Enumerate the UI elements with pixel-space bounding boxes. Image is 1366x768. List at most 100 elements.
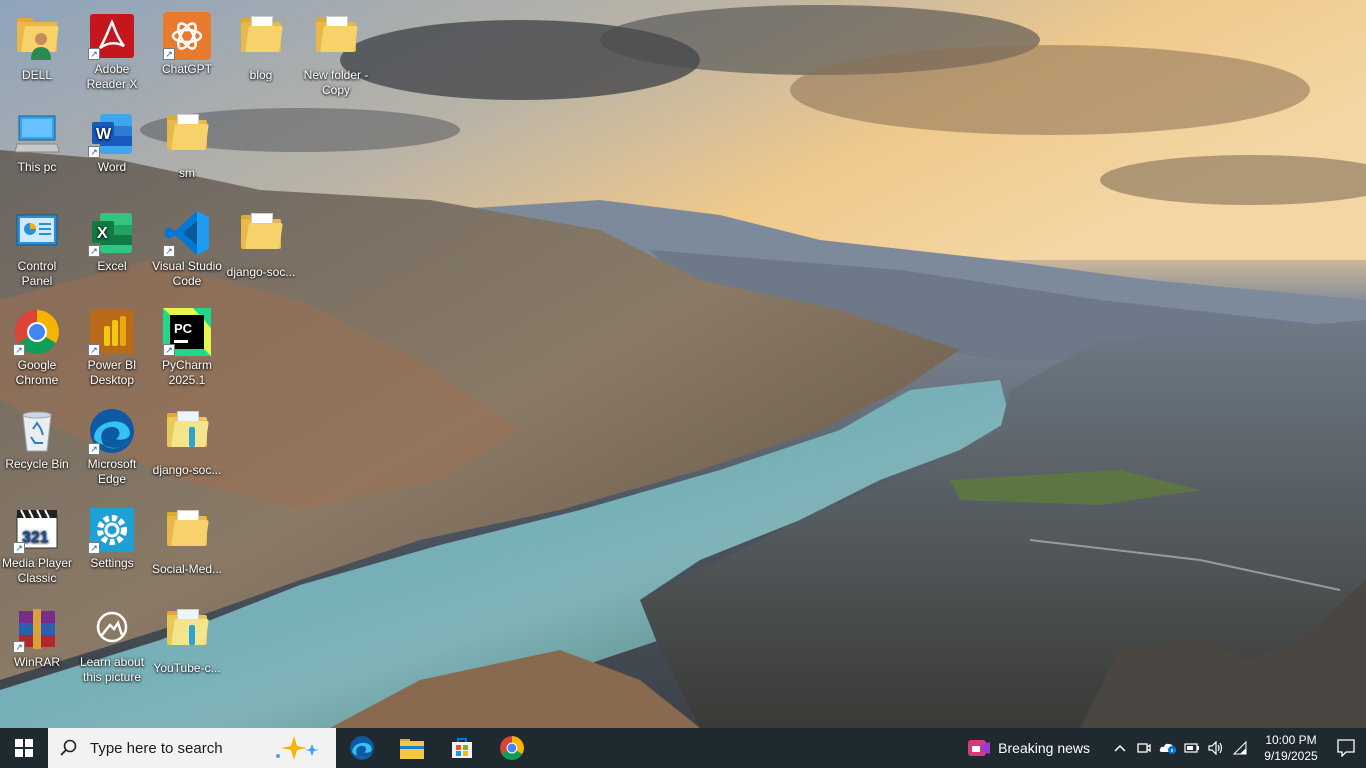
start-button[interactable] xyxy=(0,728,48,768)
clock-date: 9/19/2025 xyxy=(1264,749,1318,763)
desktop-icon-media-player-classic[interactable]: 321 ↗ Media Player Classic xyxy=(0,502,75,594)
shortcut-arrow-icon: ↗ xyxy=(88,443,100,455)
folder-icon xyxy=(163,510,211,560)
desktop-icon-label: Social-Med... xyxy=(151,562,223,576)
word-icon: W ↗ xyxy=(88,110,136,158)
desktop-icon-label: sm xyxy=(179,166,195,180)
desktop-icon-label: Control Panel xyxy=(17,259,57,288)
file-explorer-icon xyxy=(400,739,424,759)
battery-icon xyxy=(1184,743,1199,753)
windows-logo-icon xyxy=(15,739,33,757)
desktop-icon-label: django-soc... xyxy=(152,463,222,477)
desktop-icon-microsoft-edge[interactable]: ↗ Microsoft Edge xyxy=(74,403,150,495)
taskbar-app-file-explorer[interactable] xyxy=(388,728,436,768)
camera-icon xyxy=(1137,743,1151,753)
taskbar-clock[interactable]: 10:00 PM 9/19/2025 xyxy=(1256,732,1326,764)
edge-icon: ↗ xyxy=(88,407,136,455)
chatgpt-icon: ↗ xyxy=(163,12,211,60)
chrome-icon xyxy=(500,736,524,760)
desktop-icon-new-folder-copy[interactable]: New folder - Copy xyxy=(298,8,374,100)
shortcut-arrow-icon: ↗ xyxy=(13,542,25,554)
taskbar-search-box[interactable]: Type here to search xyxy=(48,728,336,768)
desktop-icon-label: Visual Studio Code xyxy=(152,259,222,288)
desktop-icon-control-panel[interactable]: Control Panel xyxy=(0,205,75,297)
search-placeholder: Type here to search xyxy=(90,739,223,757)
tray-network[interactable] xyxy=(1228,728,1252,768)
clock-time: 10:00 PM xyxy=(1265,733,1317,747)
desktop-icon-power-bi[interactable]: ↗ Power BI Desktop xyxy=(74,304,150,396)
shortcut-arrow-icon: ↗ xyxy=(88,542,100,554)
tray-meet-now[interactable] xyxy=(1132,728,1156,768)
desktop-icon-label: PyCharm 2025.1 xyxy=(161,358,212,387)
desktop-icon-social-media[interactable]: Social-Med... xyxy=(149,502,225,594)
adobe-reader-icon: ↗ xyxy=(88,12,136,60)
taskbar-app-chrome[interactable] xyxy=(488,728,536,768)
desktop-icon-excel[interactable]: X ↗ Excel xyxy=(74,205,150,297)
desktop-icon-label: ChatGPT xyxy=(161,62,212,76)
desktop-icon-vscode[interactable]: ↗ Visual Studio Code xyxy=(149,205,225,297)
folder-icon xyxy=(163,411,211,461)
desktop-icon-label: Excel xyxy=(97,259,127,273)
news-label: Breaking news xyxy=(998,740,1090,756)
shortcut-arrow-icon: ↗ xyxy=(88,344,100,356)
winrar-icon: ↗ xyxy=(13,605,61,653)
desktop-icon-label: blog xyxy=(249,68,273,82)
edge-icon xyxy=(350,736,374,760)
desktop-icon-label: Power BI Desktop xyxy=(87,358,137,387)
speaker-icon xyxy=(1208,741,1223,755)
desktop-icon-blog[interactable]: blog xyxy=(223,8,299,100)
folder-icon xyxy=(312,16,360,66)
desktop-icon-label: Settings xyxy=(90,556,134,570)
recycle-bin-icon xyxy=(13,407,61,455)
taskbar-app-edge[interactable] xyxy=(338,728,386,768)
vscode-icon: ↗ xyxy=(163,209,211,257)
folder-icon xyxy=(163,609,211,659)
news-widget[interactable]: Breaking news xyxy=(968,738,1090,758)
svg-text:X: X xyxy=(97,225,108,242)
computer-icon xyxy=(13,110,61,158)
desktop-icon-recycle-bin[interactable]: Recycle Bin xyxy=(0,403,75,495)
svg-text:PC: PC xyxy=(174,321,193,336)
desktop-icon-google-chrome[interactable]: ↗ Google Chrome xyxy=(0,304,75,396)
tray-battery[interactable] xyxy=(1180,728,1204,768)
desktop-icon-label: django-soc... xyxy=(226,265,296,279)
desktop-icon-youtube-c[interactable]: YouTube-c... xyxy=(149,601,225,693)
folder-icon xyxy=(163,114,211,164)
tray-volume[interactable] xyxy=(1204,728,1228,768)
desktop-icon-label: Adobe Reader X xyxy=(86,62,138,91)
desktop-icon-winrar[interactable]: ↗ WinRAR xyxy=(0,601,75,693)
taskbar-app-store[interactable] xyxy=(438,728,486,768)
user-folder-icon xyxy=(13,18,61,66)
desktop-icon-chatgpt[interactable]: ↗ ChatGPT xyxy=(149,8,225,100)
desktop-icon-label: This pc xyxy=(17,160,57,174)
desktop-icon-sm[interactable]: sm xyxy=(149,106,225,198)
news-icon xyxy=(968,740,991,756)
desktop-icon-label: YouTube-c... xyxy=(153,661,221,675)
desktop-icon-this-pc[interactable]: This pc xyxy=(0,106,75,198)
desktop-icon-learn-about-picture[interactable]: Learn about this picture xyxy=(74,601,150,693)
cloud-info-icon xyxy=(1159,743,1176,754)
shortcut-arrow-icon: ↗ xyxy=(88,245,100,257)
desktop-icon-settings[interactable]: ↗ Settings xyxy=(74,502,150,594)
power-bi-icon: ↗ xyxy=(88,308,136,356)
show-hidden-icons-button[interactable] xyxy=(1108,728,1132,768)
system-tray: Breaking news 10:00 PM 9/19/2025 xyxy=(968,728,1366,768)
desktop-icon-word[interactable]: W ↗ Word xyxy=(74,106,150,198)
excel-icon: X ↗ xyxy=(88,209,136,257)
desktop-icon-label: Media Player Classic xyxy=(1,556,73,585)
tray-onedrive[interactable] xyxy=(1156,728,1180,768)
desktop-icon-django-soc-1[interactable]: django-soc... xyxy=(223,205,299,297)
svg-text:W: W xyxy=(96,126,112,143)
desktop-icon-label: DELL xyxy=(21,68,53,82)
notification-icon xyxy=(1337,739,1355,757)
desktop-icon-adobe-reader[interactable]: ↗ Adobe Reader X xyxy=(74,8,150,100)
desktop-icon-label: Microsoft Edge xyxy=(87,457,137,486)
chrome-icon: ↗ xyxy=(13,308,61,356)
desktop-icon-dell[interactable]: DELL xyxy=(0,8,75,100)
wifi-icon xyxy=(1232,741,1247,755)
action-center-button[interactable] xyxy=(1326,728,1366,768)
desktop-icon-django-soc-2[interactable]: django-soc... xyxy=(149,403,225,495)
shortcut-arrow-icon: ↗ xyxy=(163,245,175,257)
shortcut-arrow-icon: ↗ xyxy=(88,48,100,60)
desktop-icon-pycharm[interactable]: PC ↗ PyCharm 2025.1 xyxy=(149,304,225,396)
